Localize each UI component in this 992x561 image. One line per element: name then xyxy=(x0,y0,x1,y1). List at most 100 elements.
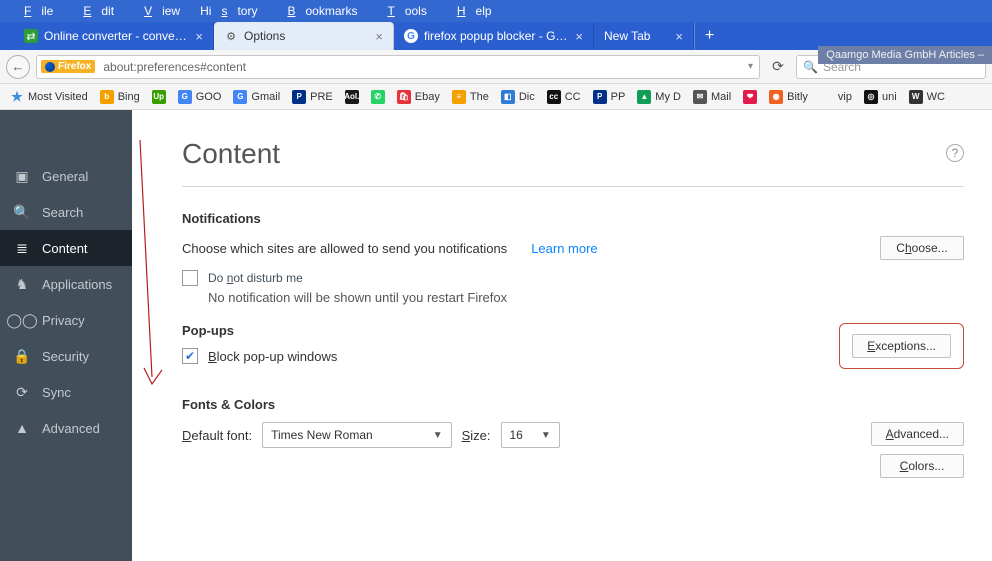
content-pane: ? Content Notifications Choose which sit… xyxy=(132,110,992,561)
colors-button[interactable]: Colors... xyxy=(880,454,964,478)
menu-bookmarks[interactable]: Bookmarks xyxy=(267,4,367,18)
favicon-icon: ⇄ xyxy=(24,29,38,43)
dropdown-icon[interactable]: ▾ xyxy=(742,61,759,72)
chevron-down-icon: ▼ xyxy=(433,430,443,441)
default-font-select[interactable]: Times New Roman ▼ xyxy=(262,422,451,448)
sidebar-icon: ⟳ xyxy=(14,384,30,400)
sidebar-item-content[interactable]: ≣Content xyxy=(0,230,132,266)
bookmark-item[interactable]: ◉Bitly xyxy=(763,90,814,104)
search-icon: 🔍 xyxy=(803,60,818,74)
bookmark-item[interactable]: Up xyxy=(146,90,172,104)
menu-tools[interactable]: Tools xyxy=(367,4,436,18)
bookmark-item[interactable]: vip xyxy=(814,90,858,104)
sidebar-item-privacy[interactable]: ◯◯Privacy xyxy=(0,302,132,338)
bookmark-item[interactable]: 🛍Ebay xyxy=(391,90,446,104)
bookmark-item[interactable]: Aol. xyxy=(339,90,365,104)
bookmark-icon: ✉ xyxy=(693,90,707,104)
block-popups-checkbox[interactable] xyxy=(182,348,198,364)
bookmark-icon: G xyxy=(178,90,192,104)
menu-file[interactable]: File xyxy=(4,4,63,18)
bookmark-item[interactable]: ◧Dic xyxy=(495,90,541,104)
bookmark-item[interactable]: ≡ The xyxy=(446,90,495,104)
bookmark-label: PRE xyxy=(310,91,333,103)
google-icon: G xyxy=(404,29,418,43)
notifications-desc: Choose which sites are allowed to send y… xyxy=(182,241,507,256)
sidebar-item-general[interactable]: ▣General xyxy=(0,158,132,194)
dnd-checkbox[interactable] xyxy=(182,270,198,286)
bookmark-icon: G xyxy=(233,90,247,104)
tab-2[interactable]: G firefox popup blocker - Goo... × xyxy=(394,22,594,50)
sidebar-label: Advanced xyxy=(42,421,100,436)
bookmark-item[interactable]: ✆ xyxy=(365,90,391,104)
learn-more-link[interactable]: Learn more xyxy=(531,241,597,256)
bookmark-icon: ❤ xyxy=(743,90,757,104)
bookmark-icon: ★ xyxy=(10,90,24,104)
new-tab-button[interactable]: + xyxy=(694,22,724,50)
bookmark-item[interactable]: GGOO xyxy=(172,90,228,104)
bookmark-item[interactable]: ❤ xyxy=(737,90,763,104)
bookmark-label: Bing xyxy=(118,91,140,103)
sidebar-item-search[interactable]: 🔍 Search xyxy=(0,194,132,230)
help-icon[interactable]: ? xyxy=(946,144,964,162)
advanced-button[interactable]: Advanced... xyxy=(871,422,964,446)
bookmark-item[interactable]: G Gmail xyxy=(227,90,286,104)
close-icon[interactable]: × xyxy=(675,29,683,44)
bookmark-item[interactable]: PPP xyxy=(587,90,632,104)
menu-edit[interactable]: Edit xyxy=(63,4,124,18)
sidebar-icon: 🔒 xyxy=(14,348,30,364)
block-popups-label: Block pop-up windows xyxy=(208,349,337,364)
bookmarks-bar: ★Most VisitedbBingUpGGOOGGmailPPREAol.✆🛍… xyxy=(0,84,992,110)
bookmark-item[interactable]: ✉ Mail xyxy=(687,90,737,104)
bookmark-icon xyxy=(820,90,834,104)
bookmark-label: Gmail xyxy=(251,91,280,103)
bookmark-label: CC xyxy=(565,91,581,103)
divider xyxy=(182,186,964,187)
dnd-label: Do not disturb me xyxy=(208,271,303,285)
url-bar[interactable]: Firefox about:preferences#content ▾ xyxy=(36,55,760,79)
close-icon[interactable]: × xyxy=(195,29,203,44)
bookmark-label: Most Visited xyxy=(28,91,88,103)
tab-title: firefox popup blocker - Goo... xyxy=(424,29,569,43)
bookmark-item[interactable]: ccCC xyxy=(541,90,587,104)
bookmark-icon: Aol. xyxy=(345,90,359,104)
bookmark-item[interactable]: ★ Most Visited xyxy=(4,90,94,104)
exceptions-button[interactable]: Exceptions... xyxy=(852,334,951,358)
main-wrap: ▣General 🔍 Search ≣Content♞Applications◯◯Pr… xyxy=(0,110,992,561)
close-icon[interactable]: × xyxy=(375,29,383,44)
tab-strip: ⇄ Online converter - convert ... × ⚙ Opt… xyxy=(0,22,992,50)
close-icon[interactable]: × xyxy=(575,29,583,44)
sidebar-label: Sync xyxy=(42,385,71,400)
bookmark-label: Mail xyxy=(711,91,731,103)
bookmark-item[interactable]: PPRE xyxy=(286,90,339,104)
sidebar-item-security[interactable]: 🔒Security xyxy=(0,338,132,374)
sidebar-item-sync[interactable]: ⟳ Sync xyxy=(0,374,132,410)
bookmark-icon: W xyxy=(909,90,923,104)
font-size-select[interactable]: 16 ▼ xyxy=(501,422,560,448)
bookmark-label: vip xyxy=(838,91,852,103)
chevron-down-icon: ▼ xyxy=(541,430,551,441)
tab-0[interactable]: ⇄ Online converter - convert ... × xyxy=(14,22,214,50)
bookmark-label: The xyxy=(470,91,489,103)
sidebar-label: Search xyxy=(42,205,83,220)
menu-help[interactable]: Help xyxy=(437,4,502,18)
menu-view[interactable]: View xyxy=(124,4,190,18)
bookmark-item[interactable]: ◎uni xyxy=(858,90,903,104)
reload-button[interactable]: ⟳ xyxy=(766,55,790,79)
choose-button[interactable]: Choose... xyxy=(880,236,964,260)
sidebar-icon: 🔍 xyxy=(14,204,30,220)
bookmark-item[interactable]: bBing xyxy=(94,90,146,104)
back-button[interactable]: ← xyxy=(6,55,30,79)
bookmark-label: WC xyxy=(927,91,945,103)
sidebar-item-applications[interactable]: ♞Applications xyxy=(0,266,132,302)
tab-3[interactable]: New Tab × xyxy=(594,22,694,50)
bookmark-icon: ≡ xyxy=(452,90,466,104)
sidebar-item-advanced[interactable]: ▲Advanced xyxy=(0,410,132,446)
menu-history[interactable]: History xyxy=(190,4,267,18)
sidebar-icon: ≣ xyxy=(14,240,30,256)
bookmark-icon: ✆ xyxy=(371,90,385,104)
bookmark-item[interactable]: ▲My D xyxy=(631,90,687,104)
tab-1[interactable]: ⚙ Options × xyxy=(214,22,394,50)
url-text: about:preferences#content xyxy=(99,60,742,74)
bookmark-item[interactable]: W WC xyxy=(903,90,951,104)
extension-banner[interactable]: Qaamgo Media GmbH Articles – xyxy=(818,46,992,64)
